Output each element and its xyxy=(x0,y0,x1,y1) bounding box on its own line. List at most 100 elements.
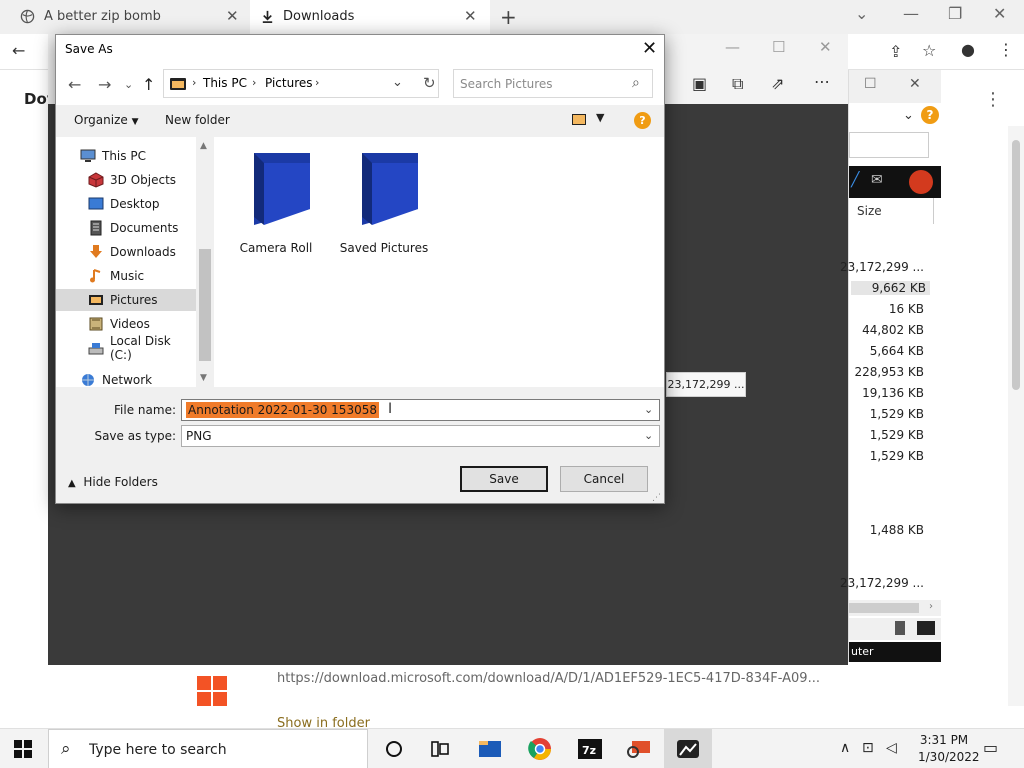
nav-item-desktop[interactable]: Desktop xyxy=(56,193,196,215)
size-cell: 16 KB xyxy=(888,302,924,316)
refresh-icon[interactable]: ↻ xyxy=(423,74,436,92)
folder-saved-pictures[interactable]: Saved Pictures xyxy=(334,137,434,255)
resize-grip-icon[interactable]: ⋰ xyxy=(652,493,661,503)
restore-icon[interactable]: ❐ xyxy=(948,4,962,23)
search-box[interactable]: ⌕ xyxy=(453,69,653,98)
close-icon[interactable]: ✕ xyxy=(642,38,657,59)
path-input[interactable] xyxy=(849,132,929,158)
chevron-up-icon[interactable]: ∧ xyxy=(840,740,850,756)
scroll-thumb[interactable] xyxy=(849,603,919,613)
nav-item-3d-objects[interactable]: 3D Objects xyxy=(56,169,196,191)
chevron-right-icon[interactable]: › xyxy=(192,76,196,89)
organize-button[interactable]: Organize ▼ xyxy=(74,113,139,127)
profile-icon[interactable]: ● xyxy=(961,40,975,59)
close-icon[interactable]: ✕ xyxy=(819,38,832,56)
breadcrumb-this-pc[interactable]: This PC xyxy=(203,76,247,90)
back-arrow-icon[interactable]: ← xyxy=(12,41,25,60)
scroll-up-icon[interactable]: ▲ xyxy=(200,141,207,151)
scroll-thumb[interactable] xyxy=(199,249,211,361)
chevron-down-icon[interactable]: ⌄ xyxy=(855,4,868,23)
search-input[interactable] xyxy=(460,76,620,92)
size-column-header[interactable]: Size xyxy=(857,204,882,218)
copy-icon[interactable]: ⧉ xyxy=(732,74,743,94)
view-mode-icon[interactable] xyxy=(572,114,586,125)
help-icon[interactable]: ? xyxy=(921,106,939,124)
maximize-icon[interactable]: ☐ xyxy=(772,38,785,56)
nav-item-downloads[interactable]: Downloads xyxy=(56,241,196,263)
taskbar-search[interactable]: ⌕ xyxy=(48,729,368,768)
forward-arrow-icon[interactable]: → xyxy=(98,75,111,94)
save-as-type-select[interactable]: PNG ⌄ xyxy=(181,425,660,447)
system-clock[interactable]: 3:31 PM 1/30/2022 xyxy=(918,732,980,766)
more-dots-icon[interactable]: ⋯ xyxy=(814,72,830,91)
chevron-down-icon[interactable]: ⌄ xyxy=(644,429,653,442)
close-icon[interactable]: ✕ xyxy=(909,76,921,92)
task-view-icon[interactable] xyxy=(426,735,454,763)
up-arrow-icon[interactable]: ↑ xyxy=(142,75,155,94)
save-button[interactable]: Save xyxy=(460,466,548,492)
nav-item-this-pc[interactable]: This PC xyxy=(56,145,196,167)
scroll-right-icon[interactable]: › xyxy=(929,601,933,612)
7zip-icon[interactable]: 7z xyxy=(576,735,604,763)
nav-item-documents[interactable]: Documents xyxy=(56,217,196,239)
tab-downloads[interactable]: Downloads ✕ xyxy=(250,0,490,34)
more-options-icon[interactable]: ⋮ xyxy=(984,89,1002,110)
cortana-icon[interactable] xyxy=(380,735,408,763)
file-name-input[interactable]: Annotation 2022-01-30 153058 Ι ⌄ xyxy=(181,399,660,421)
magnifier-app-icon[interactable] xyxy=(624,735,652,763)
close-icon[interactable]: ✕ xyxy=(226,7,239,25)
nav-item-local-disk[interactable]: Local Disk (C:) xyxy=(56,334,196,362)
shell-icon[interactable] xyxy=(909,170,933,194)
star-icon[interactable]: ☆ xyxy=(922,41,936,60)
volume-icon[interactable]: ◁ xyxy=(886,740,897,756)
menu-dots-icon[interactable]: ⋮ xyxy=(998,40,1014,59)
folder-camera-roll[interactable]: Camera Roll xyxy=(226,137,326,255)
maximize-icon[interactable]: ☐ xyxy=(864,76,877,92)
help-icon[interactable]: ? xyxy=(634,112,651,129)
edit-icon[interactable]: ╱ xyxy=(851,172,859,188)
chevron-right-icon[interactable]: › xyxy=(252,76,256,89)
new-tab-icon[interactable]: + xyxy=(500,5,517,29)
mail-icon[interactable]: ✉ xyxy=(871,172,883,188)
page-scrollbar[interactable] xyxy=(1008,126,1024,706)
image-view-icon[interactable] xyxy=(917,621,935,635)
minimize-icon[interactable]: — xyxy=(725,38,740,56)
chevron-down-icon[interactable]: ⌄ xyxy=(644,403,653,416)
horizontal-scrollbar[interactable]: › xyxy=(849,600,941,616)
network-status-icon[interactable]: ⊡ xyxy=(862,740,874,756)
taskbar-search-input[interactable] xyxy=(89,740,349,760)
close-window-icon[interactable]: ✕ xyxy=(993,4,1006,23)
folder-label: Camera Roll xyxy=(239,241,313,255)
file-name-value[interactable]: Annotation 2022-01-30 153058 xyxy=(186,402,379,418)
close-icon[interactable]: ✕ xyxy=(464,7,477,25)
chevron-down-icon[interactable]: ▼ xyxy=(596,111,604,124)
recent-locations-chevron-icon[interactable]: ⌄ xyxy=(124,78,133,91)
grid-view-icon[interactable] xyxy=(895,621,905,635)
chevron-down-icon[interactable]: ⌄ xyxy=(392,75,403,90)
tab-zip-bomb[interactable]: A better zip bomb ✕ xyxy=(0,0,250,34)
new-folder-button[interactable]: New folder xyxy=(165,113,230,127)
snip-sketch-app[interactable] xyxy=(664,729,712,768)
nav-pane-scrollbar[interactable]: ▲ ▼ xyxy=(196,137,214,387)
breadcrumb[interactable]: › This PC › Pictures › ⌄ ↻ xyxy=(163,69,439,98)
scroll-thumb[interactable] xyxy=(1012,140,1020,390)
nav-item-music[interactable]: Music xyxy=(56,265,196,287)
chevron-right-icon[interactable]: › xyxy=(315,76,319,89)
scroll-down-icon[interactable]: ▼ xyxy=(200,373,207,383)
chrome-icon[interactable] xyxy=(526,735,554,763)
share-icon[interactable]: ⇗ xyxy=(771,74,784,93)
share-icon[interactable]: ⇪ xyxy=(889,42,902,61)
windows-start-icon[interactable] xyxy=(14,740,32,758)
cancel-button[interactable]: Cancel xyxy=(560,466,648,492)
back-arrow-icon[interactable]: ← xyxy=(68,75,81,94)
nav-item-pictures[interactable]: Pictures xyxy=(56,289,196,311)
hide-folders-button[interactable]: ▲ Hide Folders xyxy=(68,475,158,489)
notification-icon[interactable]: ▭ xyxy=(983,738,998,757)
nav-item-videos[interactable]: Videos xyxy=(56,313,196,335)
minimize-icon[interactable]: — xyxy=(903,4,919,23)
chevron-down-icon[interactable]: ⌄ xyxy=(903,108,914,123)
breadcrumb-pictures[interactable]: Pictures xyxy=(265,76,313,90)
save-disk-icon[interactable]: ▣ xyxy=(692,74,707,93)
search-icon[interactable]: ⌕ xyxy=(632,75,640,91)
file-explorer-icon[interactable] xyxy=(476,735,504,763)
